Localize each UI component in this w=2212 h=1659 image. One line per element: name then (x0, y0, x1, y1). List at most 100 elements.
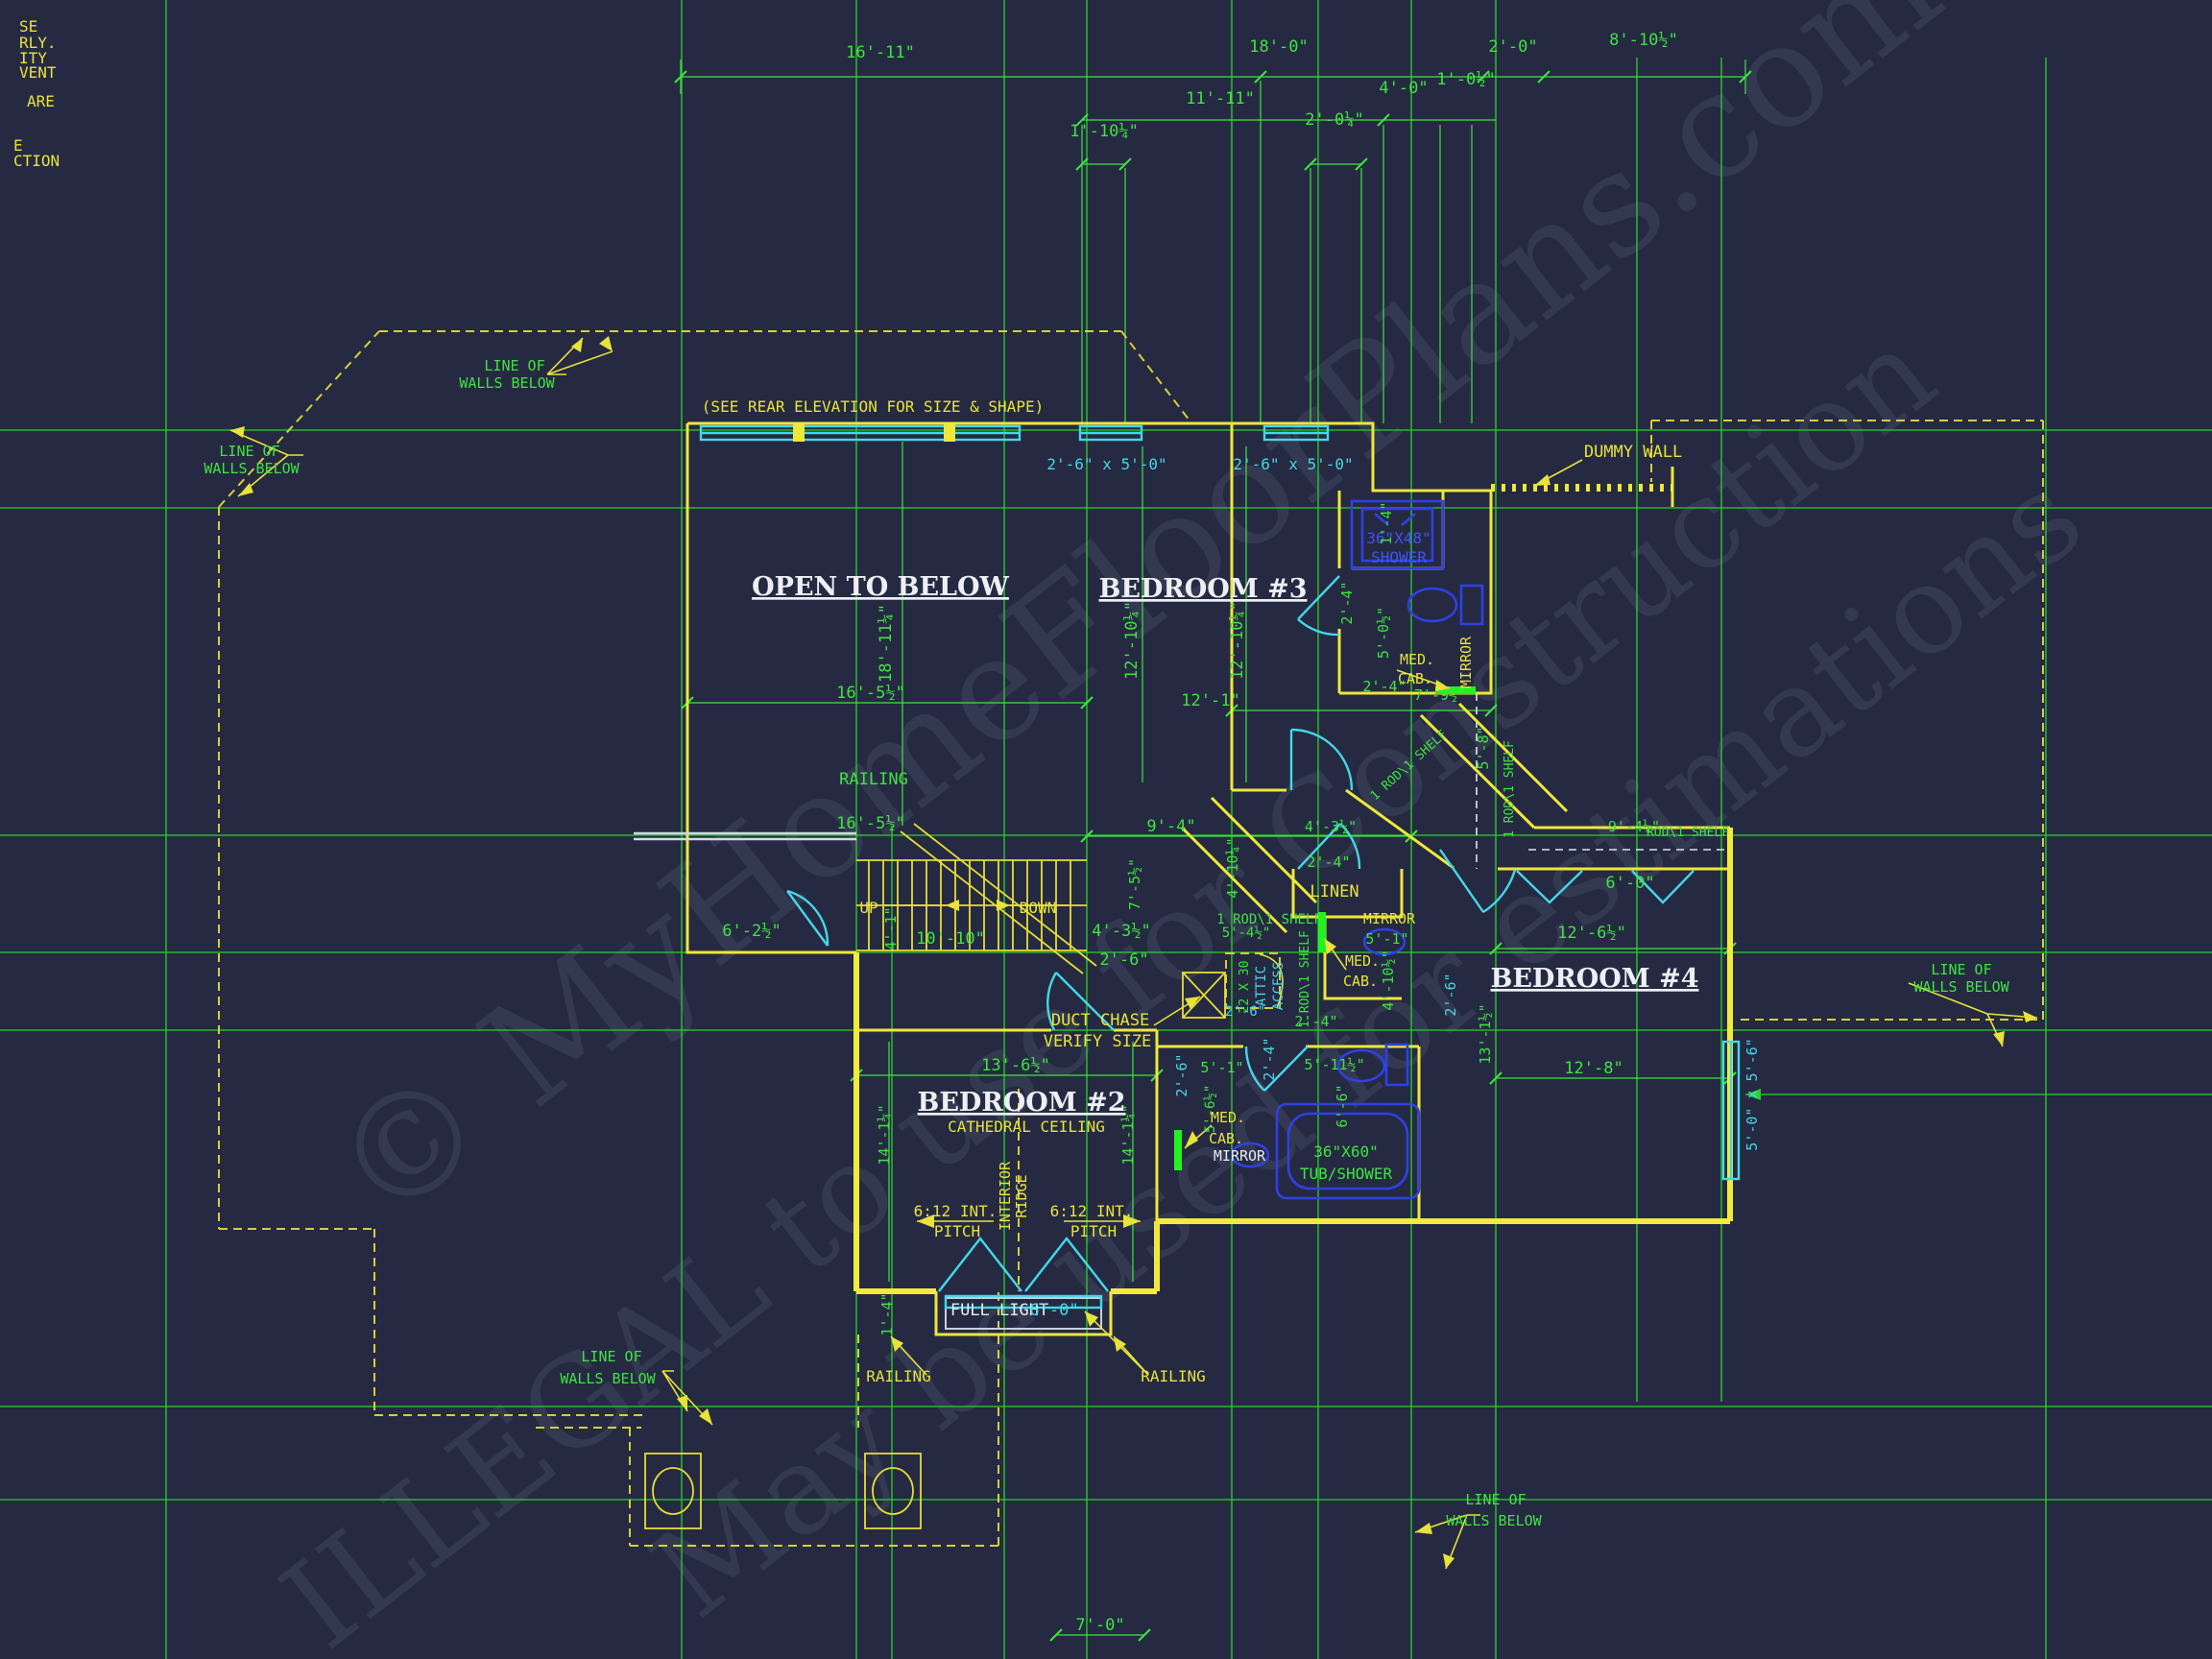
dim-label: 12'-10¼" (1228, 601, 1247, 680)
dim-label: 2'-4" (1338, 581, 1356, 624)
floor-plan-canvas: © MyHomeFloorPlans.comILLEGAL to use for… (0, 0, 2212, 1659)
dim-label: 13'-6½" (981, 1056, 1050, 1075)
dim-label: 6'-0" (1605, 874, 1654, 893)
pitch-label: 6:12 INT. (1050, 1202, 1134, 1220)
window-size-label: 5'-0" x 5'-6" (1743, 1038, 1761, 1150)
dim-label: 4'-10½" (1380, 950, 1397, 1010)
tub-shower-label: 36"X60" (1313, 1142, 1378, 1161)
dim-label: 8'-10½" (1609, 31, 1678, 50)
dim-label: 4'-10¼" (1224, 837, 1241, 898)
dim-label: 9'-4" (1146, 817, 1195, 836)
med-cab-label: CAB. (1343, 973, 1378, 990)
dim-label: 4'-1" (882, 906, 900, 950)
dim-label: 16'-5½" (836, 684, 905, 703)
room-name: BEDROOM #4 (1491, 964, 1699, 994)
dim-label: 1'-4" (878, 1292, 896, 1335)
dim-label: 4'-0" (1379, 79, 1428, 98)
line-of-walls-below-label: WALLS BELOW (560, 1370, 656, 1387)
line-of-walls-below-label: LINE OF (484, 357, 544, 374)
room-name: BEDROOM #3 (1099, 574, 1308, 604)
note-fragment: CTION (13, 152, 60, 170)
dim-label: 16'-11" (846, 43, 915, 62)
pitch-label: PITCH (934, 1222, 980, 1240)
rod-shelf-label: ROD\1 SHELF (1647, 826, 1729, 840)
duct-chase-label: DUCT CHASE (1051, 1011, 1149, 1030)
rod-shelf-label: 1 ROD\1 SHELF (1503, 740, 1517, 838)
dim-label: 13'-1½" (1477, 1003, 1494, 1064)
dim-label: 5'-8" (1475, 726, 1492, 769)
dim-label: 12'-10¼" (1122, 601, 1142, 680)
dim-label: 5'-1" (1200, 1059, 1243, 1076)
interior-ridge-label: INTERIOR (997, 1161, 1014, 1231)
dim-label: 4'-3½" (1305, 818, 1357, 835)
dim-label: 7'-0" (1075, 1616, 1124, 1635)
dim-label: 10'-10" (916, 929, 985, 949)
mirror-label: MIRROR (1214, 1147, 1266, 1165)
stair-up-label: UP (859, 899, 878, 917)
dim-label: 2'-6" (1173, 1053, 1190, 1096)
dim-label: 2'-4" (1362, 678, 1406, 695)
down-arrow (997, 900, 1010, 911)
up-arrow (946, 900, 959, 911)
window-size-label: 2'-6" x 5'-0" (1046, 455, 1166, 473)
tub-shower-label: TUB/SHOWER (1300, 1165, 1393, 1183)
dim-label: 2'-0" (1488, 37, 1537, 57)
attic-access-label: ATTIC (1254, 966, 1269, 1006)
med-cab-label: MED. (1400, 651, 1434, 668)
dim-label: 2'-6" (1442, 973, 1459, 1016)
dim-label: 1'-10¼" (1070, 122, 1139, 141)
railing-label: RAILING (839, 770, 908, 789)
duct-chase-label: VERIFY SIZE (1044, 1032, 1152, 1051)
dim-label: 2'-0¼" (1305, 110, 1363, 130)
linen-label: LINEN (1310, 882, 1358, 902)
cathedral-ceiling-label: CATHEDRAL CEILING (948, 1118, 1105, 1136)
dim-label: 18'-11¼" (877, 604, 896, 683)
grid-lines (0, 0, 2212, 1659)
dummy-wall-label: DUMMY WALL (1584, 443, 1682, 462)
dim-label: 5'-0½" (1375, 607, 1392, 659)
dim-label: 5'-4½" (1222, 926, 1271, 941)
interior-ridge-label: RIDGE (1013, 1174, 1030, 1217)
window-mullion (793, 423, 805, 442)
line-of-walls-below-label: LINE OF (1931, 961, 1991, 978)
dim-label: 6'-0" (1029, 1301, 1078, 1320)
railing-label: RAILING (866, 1367, 930, 1385)
med-cab-label: MED. (1345, 952, 1380, 970)
pitch-label: 6:12 INT. (914, 1202, 998, 1220)
dim-label: 4'-3½" (1092, 922, 1150, 941)
dim-label: 6'-6" (1334, 1084, 1351, 1127)
line-of-walls-below-label: WALLS BELOW (1446, 1512, 1542, 1529)
railing-label: RAILING (1141, 1367, 1205, 1385)
dim-label: 5'-1" (1365, 930, 1408, 948)
dim-label: 7'-5½" (1126, 858, 1143, 910)
room-name: OPEN TO BELOW (752, 572, 1009, 602)
note-fragment: ARE (27, 92, 55, 110)
dim-label: 12'-1" (1181, 691, 1239, 710)
mirror-highlight (1174, 1130, 1182, 1170)
mirror-label: MIRROR (1363, 910, 1416, 927)
dim-label: 2'-6" (1099, 950, 1148, 970)
med-cab-label: CAB. (1209, 1130, 1243, 1147)
stair-down-label: DOWN (1020, 899, 1057, 917)
line-of-walls-below-label: LINE OF (1465, 1491, 1526, 1508)
dim-label: 2'-6" (1225, 1004, 1265, 1020)
med-cab-label: MED. (1211, 1109, 1245, 1126)
dim-label: 16'-5½" (836, 814, 905, 833)
dim-label: 12'-6½" (1557, 924, 1626, 943)
dim-label: 5'-11½" (1304, 1056, 1364, 1073)
note-fragment: VENT (19, 63, 57, 82)
line-of-walls-below-label: LINE OF (581, 1348, 641, 1365)
line-of-walls-below-label: WALLS BELOW (1913, 978, 2009, 996)
dim-label: 1'-4" (1378, 501, 1395, 544)
window-size-label: 2'-6" x 5'-0" (1233, 455, 1353, 473)
dim-label: 11'-11" (1186, 89, 1255, 108)
dim-label: 2'-4" (1294, 1013, 1337, 1030)
dim-label: 7'-9½" (1414, 686, 1466, 704)
line-of-walls-below-label: WALLS BELOW (204, 460, 300, 477)
dim-label: 6'-2½" (722, 922, 781, 941)
shower-label: SHOWER (1371, 548, 1427, 566)
line-of-walls-below-label: LINE OF (219, 443, 279, 460)
window-mullion (944, 423, 955, 442)
room-name: BEDROOM #2 (918, 1088, 1126, 1118)
mirror-label: MIRROR (1457, 636, 1475, 688)
